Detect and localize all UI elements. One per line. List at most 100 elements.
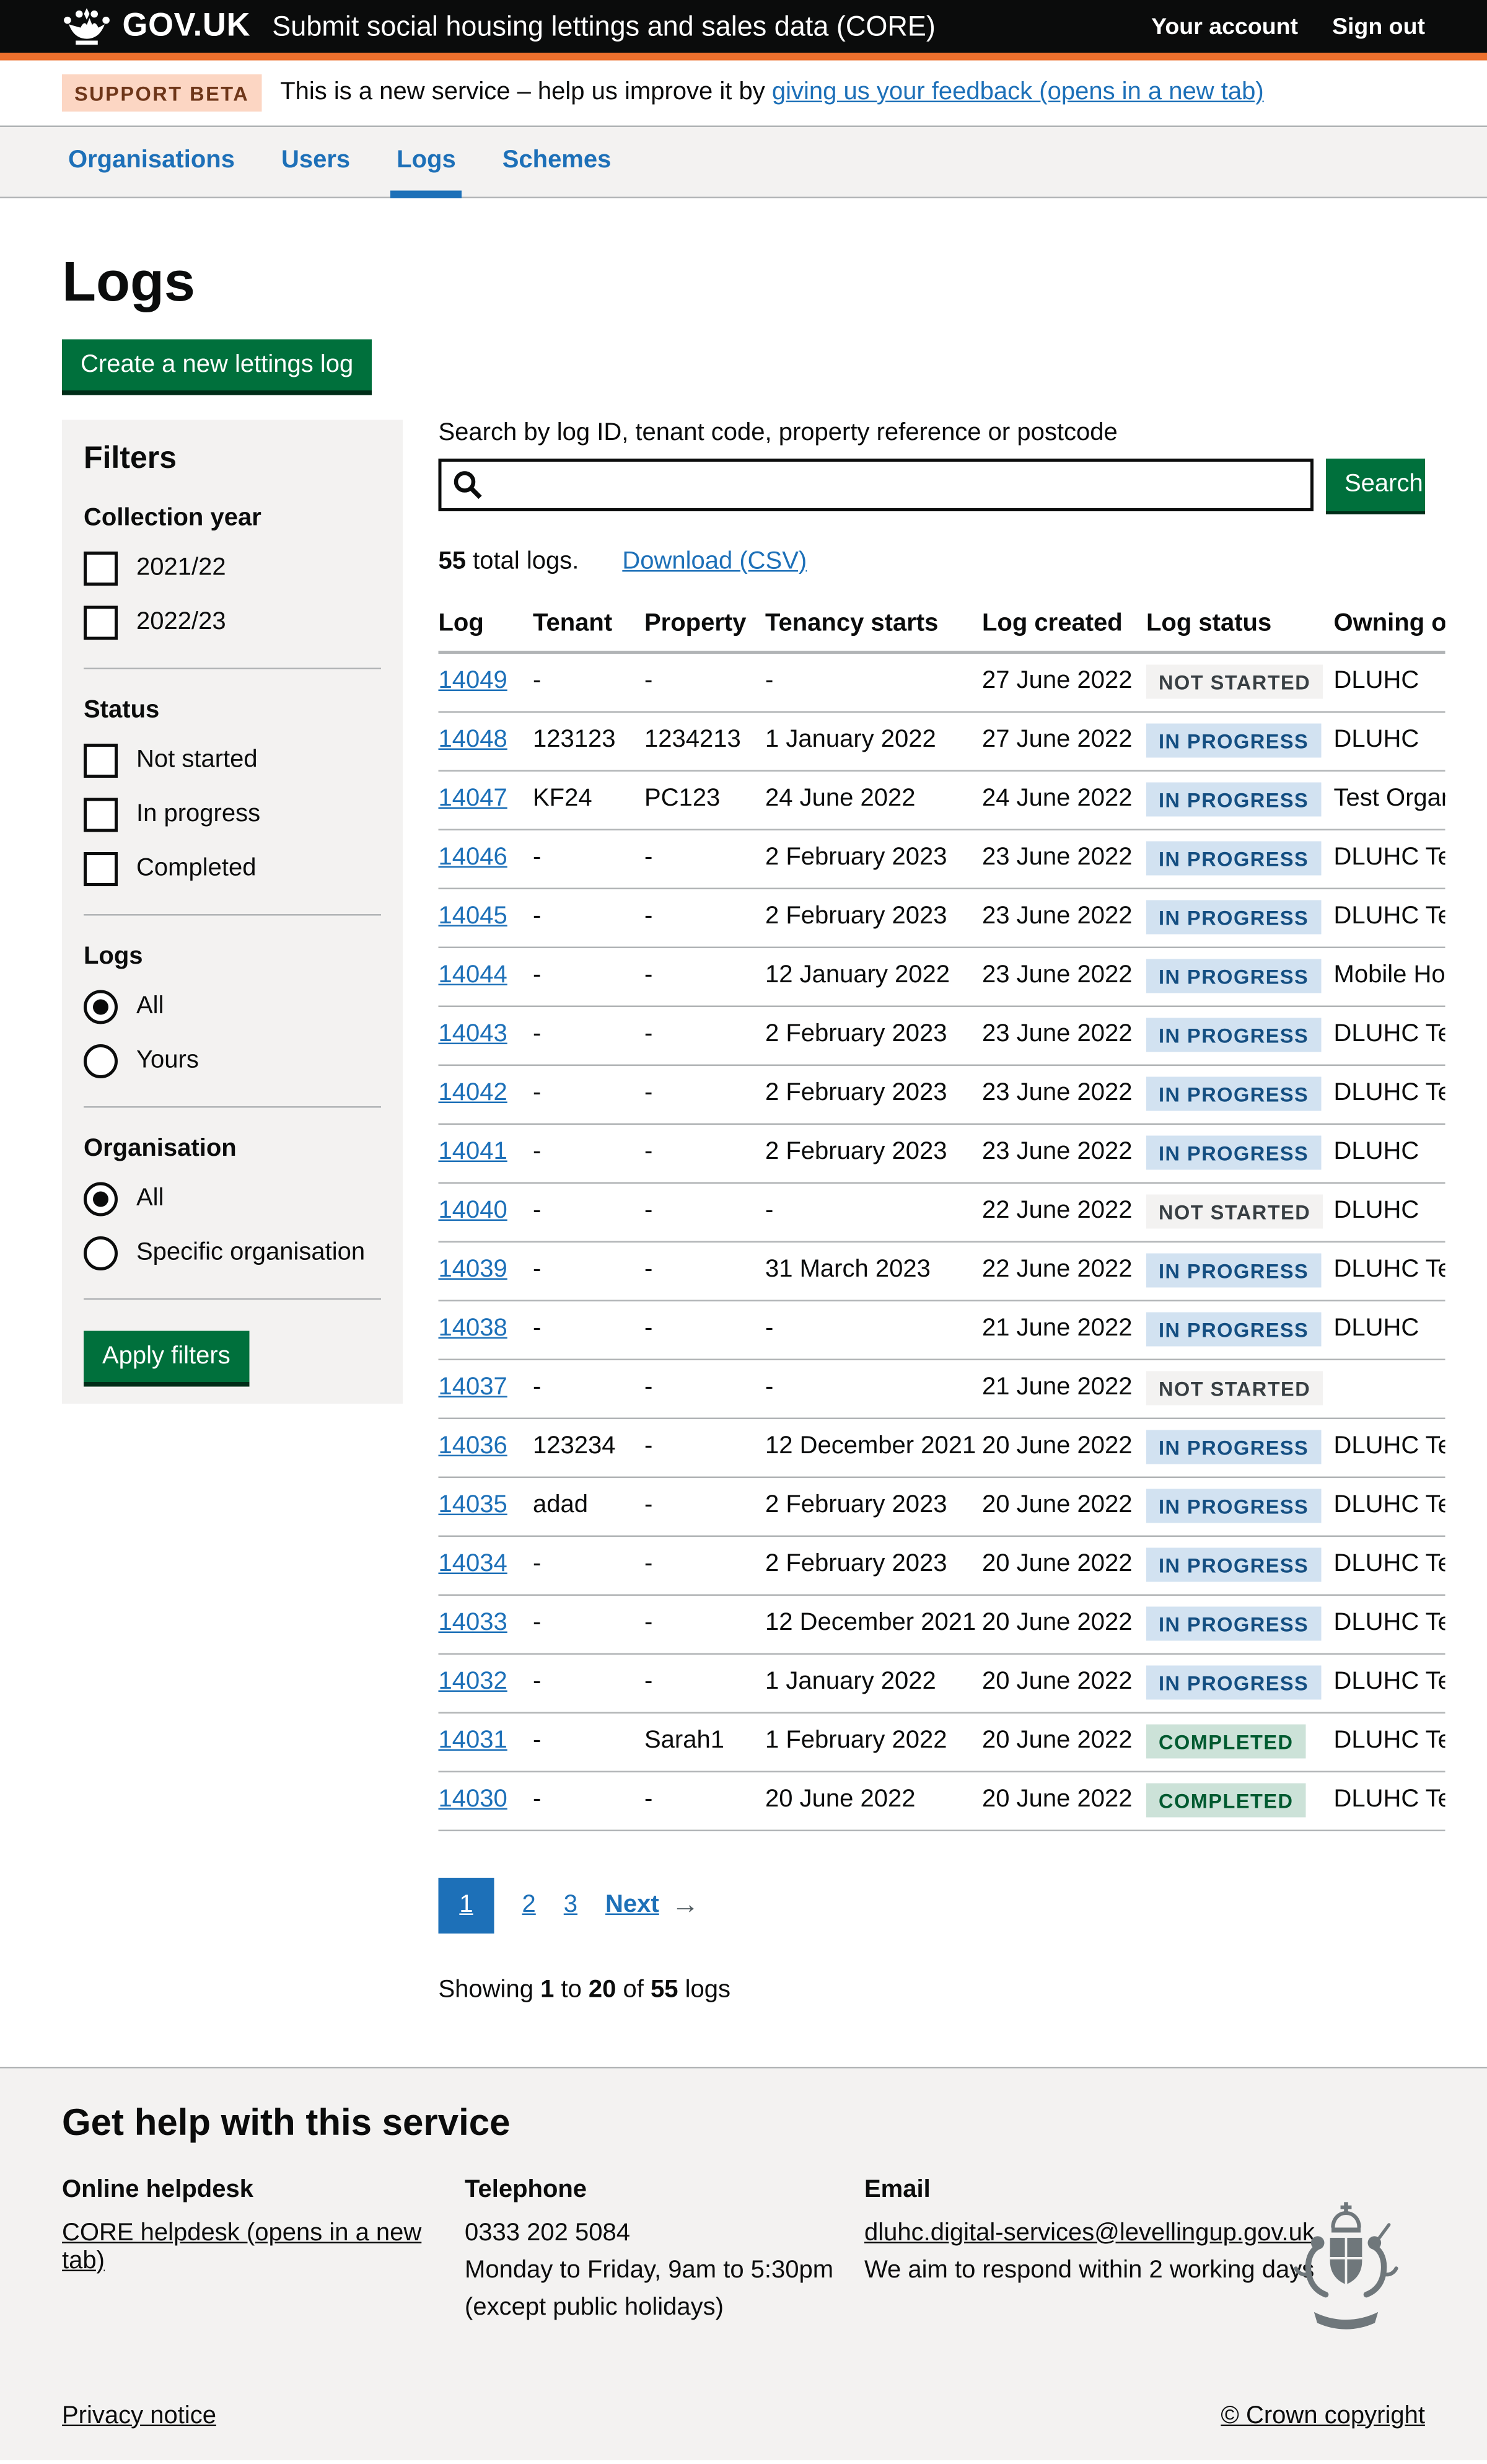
log-id-link[interactable]: 14041	[439, 1139, 507, 1166]
owning-organisation-cell: DLUHC Tes	[1334, 1728, 1445, 1756]
log-id-link[interactable]: 14031	[439, 1728, 507, 1754]
royal-coat-of-arms-icon	[1273, 2198, 1419, 2351]
tenancy-starts-cell: 1 February 2022	[765, 1728, 982, 1756]
status-badge: NOT STARTED	[1146, 1195, 1323, 1229]
radio-button[interactable]	[84, 989, 118, 1023]
feedback-link[interactable]: giving us your feedback (opens in a new …	[772, 79, 1264, 106]
showing-text: logs	[678, 1976, 730, 2003]
radio-option[interactable]: All	[84, 989, 381, 1023]
col-log: Log	[439, 610, 533, 638]
log-created-cell: 21 June 2022	[982, 1316, 1146, 1344]
log-id-link[interactable]: 14048	[439, 727, 507, 754]
radio-option[interactable]: All	[84, 1181, 381, 1215]
download-csv-link[interactable]: Download (CSV)	[622, 548, 807, 574]
total-count: 55	[439, 548, 466, 574]
log-id-link[interactable]: 14037	[439, 1375, 507, 1401]
pagination-next-link[interactable]: Next	[605, 1891, 659, 1919]
log-id-link[interactable]: 14042	[439, 1080, 507, 1107]
core-helpdesk-link[interactable]: CORE helpdesk (opens in a new tab)	[62, 2219, 421, 2274]
radio-option[interactable]: Yours	[84, 1044, 381, 1078]
crown-copyright-link[interactable]: © Crown copyright	[1221, 2402, 1425, 2430]
nav-item-schemes[interactable]: Schemes	[496, 127, 618, 197]
privacy-notice-link[interactable]: Privacy notice	[62, 2402, 216, 2430]
pagination-current-page[interactable]: 1	[439, 1877, 494, 1933]
search-input[interactable]	[439, 458, 1314, 511]
table-row: 14042 - - 2 February 2023 23 June 2022 I…	[439, 1065, 1445, 1124]
checkbox-option[interactable]: Not started	[84, 743, 381, 777]
phase-text-static: This is a new service – help us improve …	[280, 79, 772, 106]
log-created-cell: 24 June 2022	[982, 786, 1146, 814]
radio-option[interactable]: Specific organisation	[84, 1236, 381, 1270]
radio-button[interactable]	[84, 1181, 118, 1215]
filter-group-label: Logs	[84, 943, 381, 970]
tenant-cell: -	[533, 1080, 644, 1108]
property-cell: Sarah1	[644, 1728, 765, 1756]
sign-out-link[interactable]: Sign out	[1332, 13, 1425, 40]
log-id-link[interactable]: 14045	[439, 904, 507, 930]
log-id-link[interactable]: 14044	[439, 962, 507, 989]
table-row: 14040 - - - 22 June 2022 NOT STARTED DLU…	[439, 1183, 1445, 1242]
log-id-link[interactable]: 14036	[439, 1433, 507, 1460]
tenant-cell: adad	[533, 1492, 644, 1520]
log-created-cell: 23 June 2022	[982, 1080, 1146, 1108]
radio-button[interactable]	[84, 1236, 118, 1270]
your-account-link[interactable]: Your account	[1151, 13, 1298, 40]
govuk-logo[interactable]: GOV.UK	[62, 6, 250, 48]
owning-organisation-cell: DLUHC Tes	[1334, 1492, 1445, 1520]
apply-filters-button[interactable]: Apply filters	[84, 1330, 249, 1381]
log-id-link[interactable]: 14047	[439, 786, 507, 812]
filter-group-label: Status	[84, 697, 381, 724]
status-badge: IN PROGRESS	[1146, 1018, 1321, 1052]
checkbox[interactable]	[84, 851, 118, 886]
checkbox-option[interactable]: 2021/22	[84, 551, 381, 585]
tenant-cell: KF24	[533, 786, 644, 814]
search-button[interactable]: Search	[1326, 458, 1425, 511]
col-owning-organisation: Owning organisation	[1334, 610, 1445, 638]
checkbox[interactable]	[84, 605, 118, 639]
owning-organisation-cell: DLUHC Tes	[1334, 845, 1445, 873]
col-log-created: Log created	[982, 610, 1146, 638]
log-id-link[interactable]: 14043	[439, 1021, 507, 1048]
log-id-link[interactable]: 14046	[439, 845, 507, 871]
table-row: 14048 123123 1234213 1 January 2022 27 J…	[439, 712, 1445, 771]
filter-group-label: Collection year	[84, 504, 381, 532]
checkbox[interactable]	[84, 797, 118, 831]
table-row: 14034 - - 2 February 2023 20 June 2022 I…	[439, 1536, 1445, 1595]
table-row: 14049 - - - 27 June 2022 NOT STARTED DLU…	[439, 653, 1445, 712]
log-id-link[interactable]: 14030	[439, 1787, 507, 1813]
owning-organisation-cell: DLUHC Tes	[1334, 1551, 1445, 1579]
log-id-link[interactable]: 14034	[439, 1551, 507, 1578]
nav-item-logs[interactable]: Logs	[390, 127, 462, 197]
checkbox[interactable]	[84, 743, 118, 777]
checkbox-option[interactable]: Completed	[84, 851, 381, 886]
radio-button[interactable]	[84, 1044, 118, 1078]
email-link[interactable]: dluhc.digital-services@levellingup.gov.u…	[864, 2219, 1315, 2246]
log-id-link[interactable]: 14032	[439, 1669, 507, 1696]
log-id-link[interactable]: 14038	[439, 1316, 507, 1342]
service-name-link[interactable]: Submit social housing lettings and sales…	[272, 10, 936, 43]
tenancy-starts-cell: 2 February 2023	[765, 1492, 982, 1520]
checkbox-option[interactable]: In progress	[84, 797, 381, 831]
log-id-link[interactable]: 14040	[439, 1198, 507, 1225]
log-id-link[interactable]: 14039	[439, 1257, 507, 1283]
pagination-page-3[interactable]: 3	[564, 1891, 577, 1919]
crown-icon	[62, 6, 112, 48]
checkbox-option[interactable]: 2022/23	[84, 605, 381, 639]
owning-organisation-cell: DLUHC Tes	[1334, 1669, 1445, 1697]
nav-item-users[interactable]: Users	[275, 127, 356, 197]
property-cell: -	[644, 1610, 765, 1638]
table-row: 14033 - - 12 December 2021 20 June 2022 …	[439, 1595, 1445, 1654]
nav-item-organisations[interactable]: Organisations	[62, 127, 241, 197]
checkbox[interactable]	[84, 551, 118, 585]
log-id-link[interactable]: 14049	[439, 668, 507, 695]
log-id-link[interactable]: 14035	[439, 1492, 507, 1519]
tenancy-starts-cell: 1 January 2022	[765, 1669, 982, 1697]
beta-tag: SUPPORT BETA	[62, 74, 261, 112]
filters-panel: Filters Collection year 2021/22 2022/23 Sta…	[62, 419, 403, 1403]
log-created-cell: 21 June 2022	[982, 1375, 1146, 1402]
pagination-page-2[interactable]: 2	[522, 1891, 536, 1919]
filters-heading: Filters	[84, 441, 381, 477]
log-id-link[interactable]: 14033	[439, 1610, 507, 1637]
tenancy-starts-cell: 2 February 2023	[765, 1139, 982, 1167]
create-lettings-log-button[interactable]: Create a new lettings log	[62, 338, 372, 390]
